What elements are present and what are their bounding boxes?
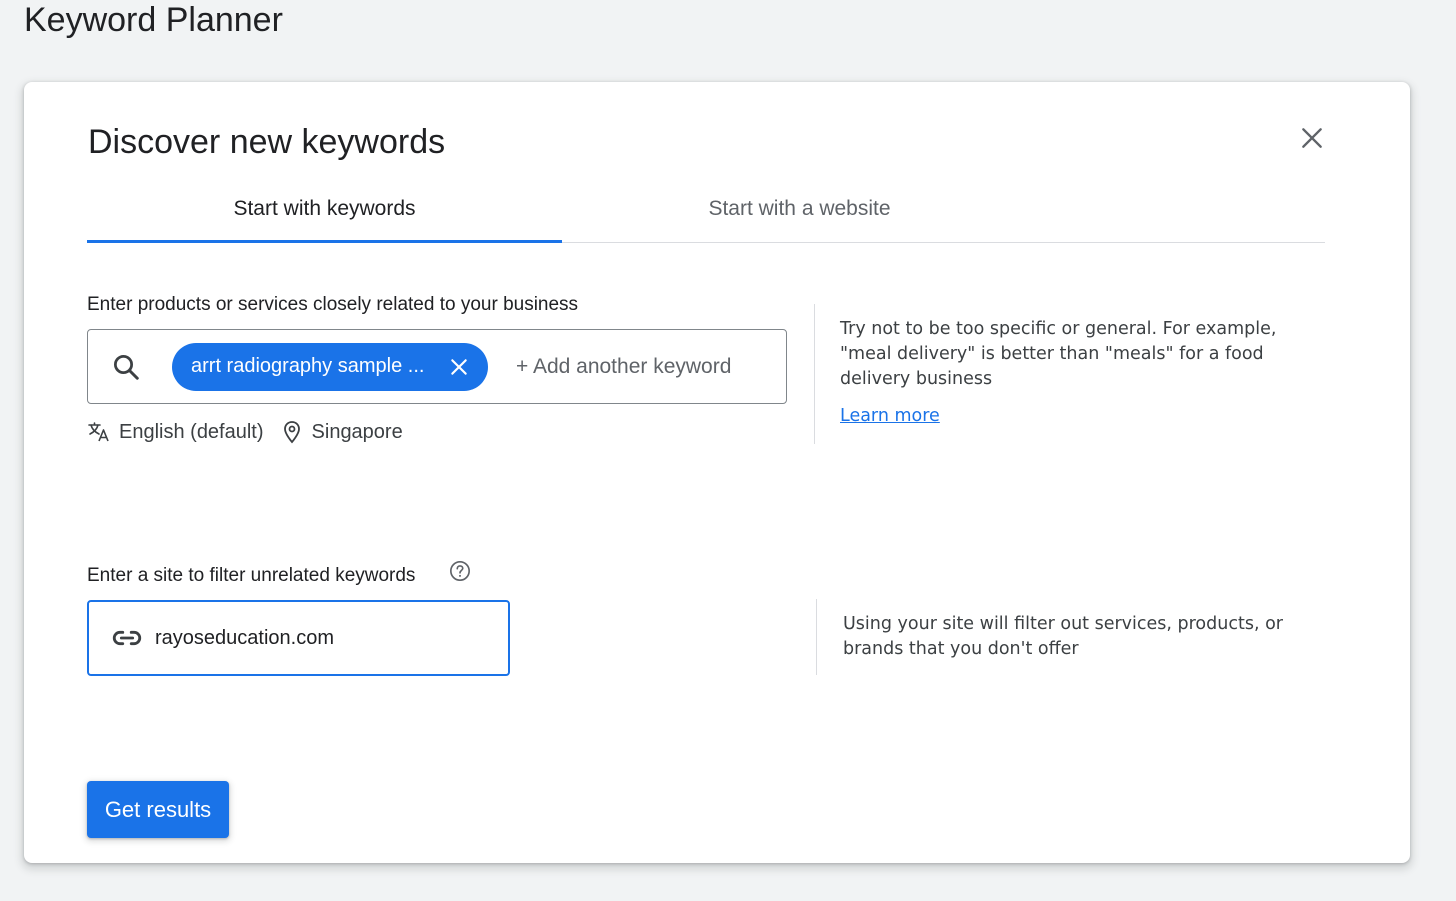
- divider: [814, 304, 815, 444]
- site-input-box[interactable]: [87, 600, 510, 676]
- search-icon: [110, 351, 142, 383]
- site-input[interactable]: [155, 626, 475, 650]
- discover-keywords-dialog: Discover new keywords Start with keyword…: [24, 82, 1410, 863]
- location-selector[interactable]: Singapore: [280, 420, 403, 444]
- tab-start-with-keywords[interactable]: Start with keywords: [87, 176, 562, 243]
- translate-icon: [88, 422, 109, 442]
- targeting-row: English (default) Singapore: [87, 418, 403, 446]
- location-value: Singapore: [311, 420, 403, 443]
- divider: [816, 599, 817, 675]
- close-icon: [451, 358, 467, 375]
- keyword-chip-label: arrt radiography sample ...: [191, 355, 425, 377]
- close-icon: [1302, 128, 1322, 148]
- site-help-text: Using your site will filter out services…: [843, 614, 1283, 659]
- location-pin-icon: [283, 421, 300, 444]
- keywords-label: Enter products or services closely relat…: [87, 294, 579, 315]
- page-title: Keyword Planner: [24, 1, 283, 39]
- keywords-help-text: Try not to be too specific or general. F…: [840, 319, 1277, 389]
- tab-bar: Start with keywords Start with a website: [87, 176, 1325, 243]
- keywords-input-box[interactable]: arrt radiography sample ...: [87, 329, 787, 404]
- language-selector[interactable]: English (default): [87, 420, 264, 444]
- keyword-chip[interactable]: arrt radiography sample ...: [172, 342, 488, 391]
- add-keyword-input[interactable]: [516, 354, 776, 379]
- language-value: English (default): [119, 420, 264, 443]
- side-strip: [0, 68, 24, 901]
- help-circle-icon[interactable]: [448, 559, 472, 583]
- close-button[interactable]: [1294, 120, 1330, 156]
- tab-start-with-website[interactable]: Start with a website: [562, 176, 1037, 242]
- learn-more-link[interactable]: Learn more: [840, 406, 940, 426]
- link-icon: [109, 620, 145, 656]
- remove-keyword-button[interactable]: [441, 349, 477, 385]
- get-results-button[interactable]: Get results: [87, 781, 229, 838]
- dialog-title: Discover new keywords: [88, 123, 446, 161]
- site-filter-label: Enter a site to filter unrelated keyword…: [87, 565, 416, 586]
